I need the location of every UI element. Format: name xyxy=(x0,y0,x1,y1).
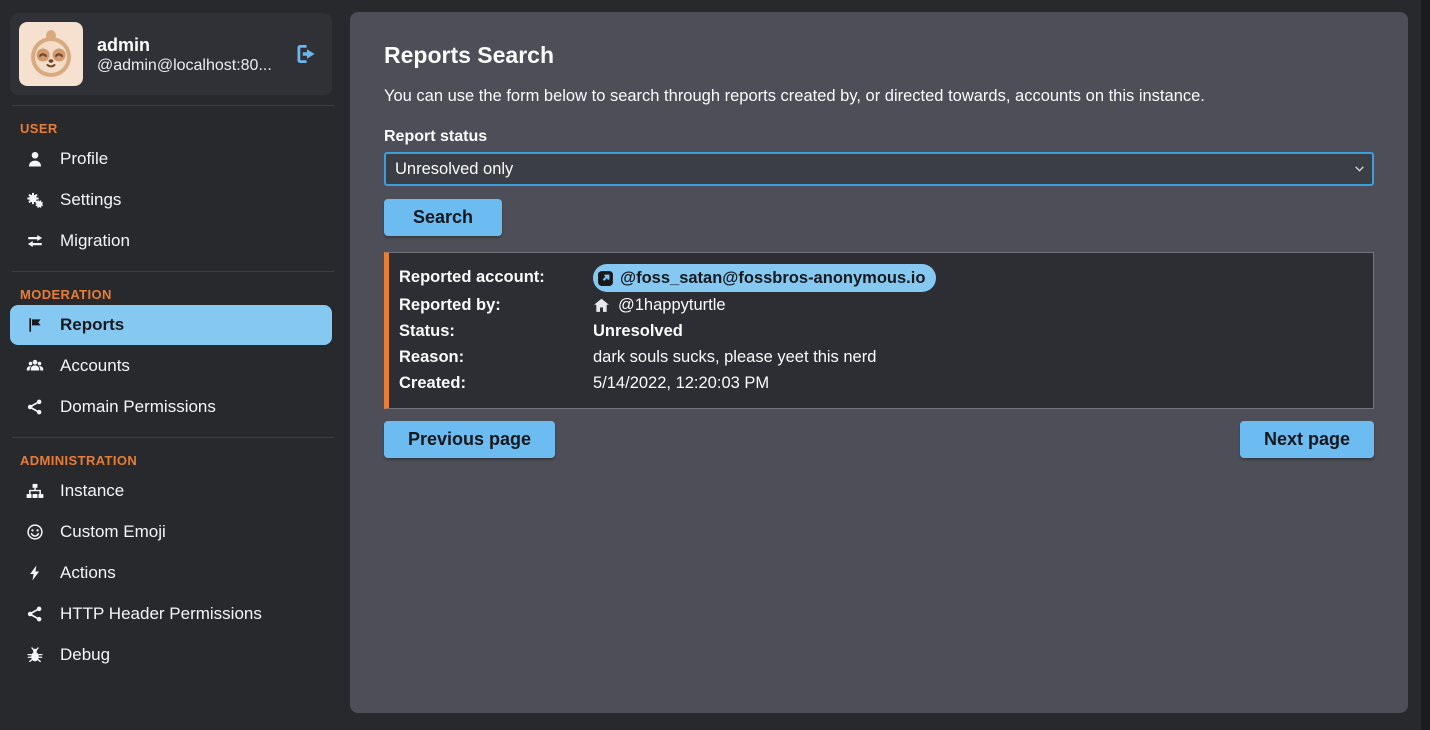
user-icon xyxy=(25,150,45,168)
reports-search-panel: Reports Search You can use the form belo… xyxy=(350,12,1408,713)
sidebar-item-accounts[interactable]: Accounts xyxy=(10,346,332,386)
sidebar-item-domain-permissions[interactable]: Domain Permissions xyxy=(10,387,332,427)
report-reason: dark souls sucks, please yeet this nerd xyxy=(593,344,876,370)
report-created: 5/14/2022, 12:20:03 PM xyxy=(593,370,769,396)
sidebar-item-label: Reports xyxy=(60,315,124,335)
sidebar-item-custom-emoji[interactable]: Custom Emoji xyxy=(10,512,332,552)
exchange-icon xyxy=(25,232,45,250)
username: admin xyxy=(97,33,278,57)
sitemap-icon xyxy=(25,482,45,500)
report-status-select[interactable]: Unresolved only xyxy=(384,152,1374,186)
report-status-select-wrap: Unresolved only xyxy=(384,152,1374,186)
section-label-user: USER xyxy=(20,121,326,136)
user-card[interactable]: admin @admin@localhost:80... xyxy=(10,13,332,95)
section-label-administration: ADMINISTRATION xyxy=(20,453,326,468)
section-label-moderation: MODERATION xyxy=(20,287,326,302)
sidebar-item-label: Settings xyxy=(60,190,121,210)
sidebar-item-label: Domain Permissions xyxy=(60,397,216,417)
sidebar-item-label: Profile xyxy=(60,149,108,169)
report-field-label: Reason: xyxy=(399,344,593,370)
divider xyxy=(12,105,334,106)
smiley-icon xyxy=(25,523,45,541)
sidebar-item-debug[interactable]: Debug xyxy=(10,635,332,675)
sidebar-item-label: Actions xyxy=(60,563,116,583)
scrollbar[interactable] xyxy=(1421,0,1430,730)
sidebar: admin @admin@localhost:80... USER Profil… xyxy=(0,0,346,730)
sign-out-icon xyxy=(294,42,318,66)
sidebar-item-reports[interactable]: Reports xyxy=(10,305,332,345)
report-row-created: Created: 5/14/2022, 12:20:03 PM xyxy=(399,370,1359,396)
bug-icon xyxy=(25,646,45,664)
sidebar-item-migration[interactable]: Migration xyxy=(10,221,332,261)
user-meta: admin @admin@localhost:80... xyxy=(97,33,278,75)
bolt-icon xyxy=(25,564,45,582)
users-icon xyxy=(25,357,45,375)
external-link-icon xyxy=(597,270,614,287)
next-page-button[interactable]: Next page xyxy=(1240,421,1374,458)
pagination: Previous page Next page xyxy=(384,421,1374,458)
previous-page-button[interactable]: Previous page xyxy=(384,421,555,458)
reporter-handle: @1happyturtle xyxy=(618,292,726,318)
share-nodes-icon xyxy=(25,605,45,623)
reported-account-handle: @foss_satan@fossbros-anonymous.io xyxy=(620,265,925,291)
gears-icon xyxy=(25,191,45,209)
sidebar-item-http-header-permissions[interactable]: HTTP Header Permissions xyxy=(10,594,332,634)
divider xyxy=(12,437,334,438)
avatar xyxy=(19,22,83,86)
report-row-account: Reported account: @foss_satan@fossbros-a… xyxy=(399,264,1359,292)
sidebar-item-profile[interactable]: Profile xyxy=(10,139,332,179)
main-wrap: Reports Search You can use the form belo… xyxy=(346,0,1430,730)
sidebar-item-label: Accounts xyxy=(60,356,130,376)
logout-button[interactable] xyxy=(292,40,320,68)
flag-icon xyxy=(25,316,45,334)
page-title: Reports Search xyxy=(384,42,1374,69)
report-field-label: Reported by: xyxy=(399,292,593,318)
sidebar-item-settings[interactable]: Settings xyxy=(10,180,332,220)
divider xyxy=(12,271,334,272)
page-description: You can use the form below to search thr… xyxy=(384,87,1374,106)
reported-account-link[interactable]: @foss_satan@fossbros-anonymous.io xyxy=(593,264,936,292)
sidebar-item-label: Migration xyxy=(60,231,130,251)
report-field-label: Reported account: xyxy=(399,264,593,292)
sidebar-item-label: HTTP Header Permissions xyxy=(60,604,262,624)
report-status-label: Report status xyxy=(384,128,1374,146)
status-badge: Unresolved xyxy=(593,318,683,344)
sidebar-item-label: Custom Emoji xyxy=(60,522,166,542)
share-nodes-icon xyxy=(25,398,45,416)
report-card: Reported account: @foss_satan@fossbros-a… xyxy=(384,252,1374,409)
sidebar-item-actions[interactable]: Actions xyxy=(10,553,332,593)
sidebar-item-label: Instance xyxy=(60,481,124,501)
search-button[interactable]: Search xyxy=(384,199,502,236)
sidebar-item-instance[interactable]: Instance xyxy=(10,471,332,511)
home-icon xyxy=(593,297,610,314)
sidebar-item-label: Debug xyxy=(60,645,110,665)
report-row-reporter: Reported by: @1happyturtle xyxy=(399,292,1359,318)
report-field-label: Status: xyxy=(399,318,593,344)
report-row-reason: Reason: dark souls sucks, please yeet th… xyxy=(399,344,1359,370)
user-handle: @admin@localhost:80... xyxy=(97,57,278,75)
report-row-status: Status: Unresolved xyxy=(399,318,1359,344)
report-field-label: Created: xyxy=(399,370,593,396)
